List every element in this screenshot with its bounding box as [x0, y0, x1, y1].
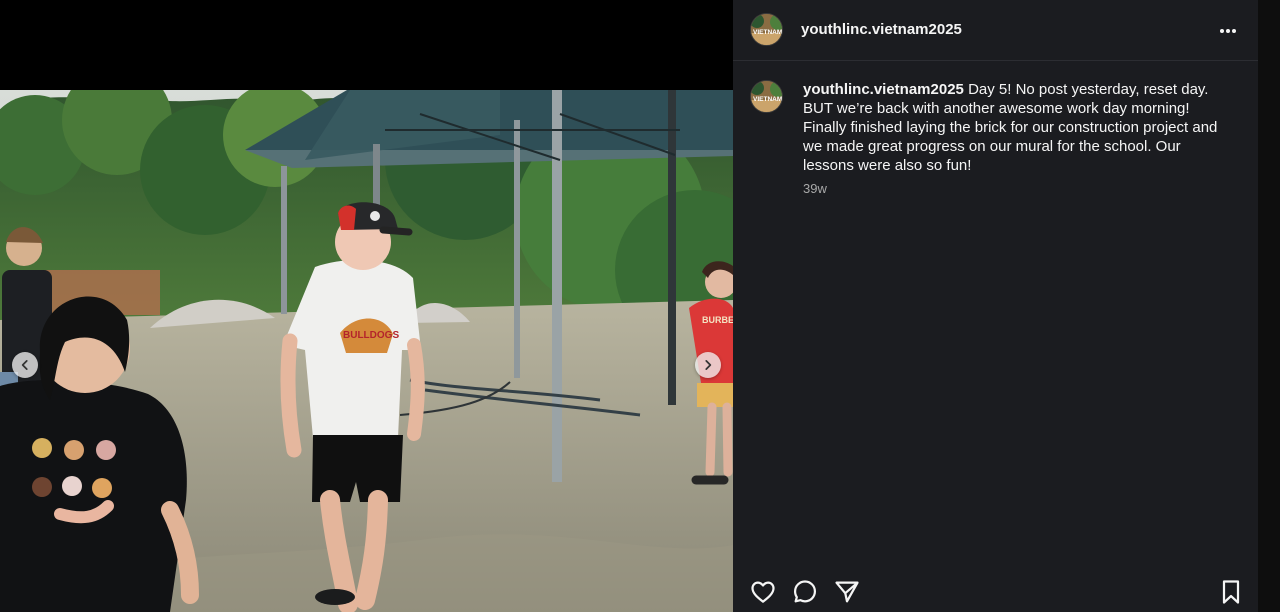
post-caption: youthlinc.vietnam2025 Day 5! No post yes…: [803, 80, 1231, 175]
profile-avatar-image: VIETNAM: [751, 14, 782, 45]
post-actions: [733, 570, 1258, 612]
next-image-button[interactable]: [695, 352, 721, 378]
chevron-left-icon: [18, 358, 32, 372]
caption-author-avatar[interactable]: VIETNAM: [750, 80, 783, 113]
more-icon: [1209, 17, 1249, 45]
save-button[interactable]: [1217, 578, 1245, 606]
previous-image-button[interactable]: [12, 352, 38, 378]
post-photo-illustration: BULLDOGS BURBERRY: [0, 90, 733, 612]
profile-avatar[interactable]: VIETNAM: [750, 13, 783, 46]
post-details-panel: VIETNAM youthlinc.vietnam2025 VIETNAM yo…: [733, 0, 1258, 612]
shirt-text: BULLDOGS: [343, 330, 399, 341]
right-gutter: [1258, 0, 1280, 612]
more-options-button[interactable]: [1209, 17, 1249, 45]
avatar-text: VIETNAM: [753, 29, 782, 36]
post-photo: BULLDOGS BURBERRY: [0, 90, 733, 612]
chevron-right-icon: [701, 358, 715, 372]
like-button[interactable]: [749, 578, 777, 606]
comment-button[interactable]: [791, 578, 819, 606]
post-header: VIETNAM youthlinc.vietnam2025: [733, 0, 1258, 61]
comment-icon: [791, 578, 819, 606]
caption-username[interactable]: youthlinc.vietnam2025: [803, 81, 964, 98]
post-caption-comment: VIETNAM youthlinc.vietnam2025 Day 5! No …: [733, 78, 1258, 203]
shirt-text-2: BURBERRY: [702, 315, 733, 325]
instagram-post-view: BULLDOGS BURBERRY: [0, 0, 1280, 612]
caption-avatar-image: VIETNAM: [751, 81, 782, 112]
paper-plane-icon: [833, 578, 861, 606]
share-button[interactable]: [833, 578, 861, 606]
post-author-username[interactable]: youthlinc.vietnam2025: [801, 21, 962, 38]
media-panel: BULLDOGS BURBERRY: [0, 0, 733, 612]
bookmark-icon: [1217, 578, 1245, 606]
heart-icon: [749, 578, 777, 606]
caption-avatar-text: VIETNAM: [753, 96, 782, 103]
post-timestamp[interactable]: 39w: [803, 181, 827, 196]
